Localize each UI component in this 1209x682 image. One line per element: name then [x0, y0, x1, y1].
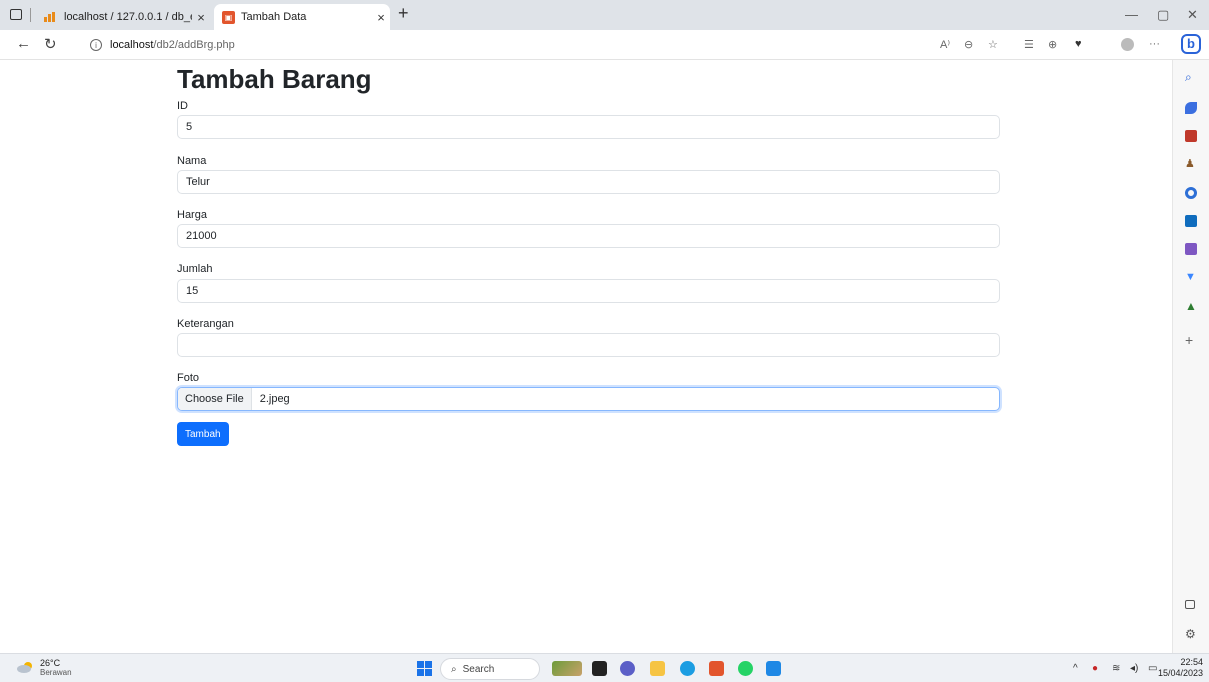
tab-title: localhost / 127.0.0.1 / db_erna / | — [64, 11, 192, 23]
tab-phpmyadmin[interactable]: localhost / 127.0.0.1 / db_erna / | × — [36, 4, 210, 30]
keterangan-input[interactable] — [177, 333, 1000, 357]
address-bar: ← ↻ i localhost/db2/addBrg.php A⁾ ⊖ ☆ ☰ … — [0, 30, 1209, 60]
collections-icon[interactable]: ⊕ — [1048, 38, 1057, 51]
close-icon[interactable]: × — [372, 10, 390, 25]
favorite-star-icon[interactable]: ☆ — [988, 38, 998, 51]
read-aloud-icon[interactable]: A⁾ — [940, 38, 950, 51]
whatsapp-icon[interactable] — [738, 661, 753, 676]
id-input[interactable] — [177, 115, 1000, 139]
file-explorer-icon[interactable] — [650, 661, 665, 676]
outlook-icon[interactable] — [1185, 215, 1197, 227]
foto-file-input[interactable]: Choose File 2.jpeg — [177, 387, 1000, 411]
clock-date[interactable]: 15/04/2023 — [1150, 668, 1203, 678]
photo-widget-icon[interactable] — [552, 661, 582, 676]
cloudy-weather-icon — [17, 662, 32, 673]
label-harga: Harga — [177, 209, 207, 221]
maximize-icon[interactable]: ▢ — [1157, 7, 1169, 23]
vscode-icon[interactable] — [766, 661, 781, 676]
minimize-icon[interactable]: — — [1125, 7, 1138, 22]
close-icon[interactable]: × — [192, 10, 210, 25]
search-icon: ⌕ — [451, 663, 457, 675]
xampp-icon[interactable] — [709, 661, 724, 676]
taskbar-search[interactable]: ⌕ Search — [440, 658, 540, 680]
page-title: Tambah Barang — [177, 64, 372, 94]
nama-input[interactable] — [177, 170, 1000, 194]
refresh-icon[interactable]: ↻ — [44, 35, 57, 53]
workspaces-icon[interactable] — [10, 9, 22, 20]
profile-avatar[interactable] — [1121, 38, 1134, 51]
add-icon[interactable]: + — [1185, 332, 1197, 348]
wifi-icon[interactable]: ≋ — [1112, 663, 1120, 674]
settings-gear-icon[interactable]: ⚙ — [1185, 627, 1197, 641]
shopping-tag-icon[interactable] — [1185, 102, 1197, 114]
zoom-icon[interactable]: ⊖ — [964, 38, 973, 51]
page-content: Tambah Barang ID Nama Harga Jumlah Keter… — [0, 60, 1172, 653]
bird-icon[interactable]: ▼ — [1185, 271, 1197, 283]
volume-icon[interactable]: ◂) — [1130, 663, 1138, 674]
microsoft-365-icon[interactable] — [1185, 187, 1197, 199]
sidebar-toggle-icon[interactable] — [1185, 600, 1195, 609]
new-tab-icon[interactable]: + — [398, 3, 409, 24]
url-field[interactable]: i localhost/db2/addBrg.php — [76, 34, 936, 56]
weather-temp: 26°C — [40, 658, 61, 668]
app-favicon-icon: ▣ — [222, 10, 235, 24]
edge-sidebar: ⌕ ♟ ▼ ▲ + ⚙ — [1172, 60, 1209, 653]
edge-icon[interactable] — [680, 661, 695, 676]
jumlah-input[interactable] — [177, 279, 1000, 303]
label-id: ID — [177, 100, 188, 112]
taskbar: 26°C Berawan ⌕ Search ^ ● ≋ ◂) ▭ 22:54 1… — [0, 653, 1209, 682]
task-view-icon[interactable] — [592, 661, 607, 676]
tab-bar: localhost / 127.0.0.1 / db_erna / | × ▣ … — [0, 0, 1209, 30]
url-path: /db2/addBrg.php — [153, 39, 235, 51]
close-window-icon[interactable]: ✕ — [1187, 7, 1198, 23]
more-menu-icon[interactable]: ··· — [1149, 38, 1160, 50]
tambah-button[interactable]: Tambah — [177, 422, 229, 446]
tab-tambah-data[interactable]: ▣ Tambah Data × — [214, 4, 390, 30]
label-jumlah: Jumlah — [177, 263, 213, 275]
search-label: Search — [462, 663, 495, 675]
chat-icon[interactable] — [620, 661, 635, 676]
tab-separator — [30, 8, 31, 22]
games-icon[interactable]: ♟ — [1185, 157, 1197, 170]
info-icon[interactable]: i — [90, 39, 102, 51]
favorites-list-icon[interactable]: ☰ — [1024, 38, 1034, 51]
windows-start-icon[interactable] — [417, 661, 432, 676]
file-name: 2.jpeg — [259, 393, 290, 405]
label-foto: Foto — [177, 372, 200, 384]
url-host: localhost — [110, 39, 154, 51]
bing-chat-icon[interactable]: b — [1181, 34, 1201, 54]
tools-icon[interactable] — [1185, 130, 1197, 142]
designer-icon[interactable] — [1185, 243, 1197, 255]
harga-input[interactable] — [177, 224, 1000, 248]
choose-file-button[interactable]: Choose File — [178, 388, 252, 410]
back-icon[interactable]: ← — [16, 35, 31, 52]
heart-icon[interactable]: ♥ — [1075, 38, 1082, 50]
clock-time[interactable]: 22:54 — [1168, 657, 1203, 667]
label-keterangan: Keterangan — [177, 318, 234, 330]
chevron-up-icon[interactable]: ^ — [1073, 663, 1078, 674]
label-nama: Nama — [177, 155, 207, 167]
tray-app-icon[interactable]: ● — [1092, 663, 1098, 674]
tab-title: Tambah Data — [241, 11, 307, 23]
weather-desc: Berawan — [40, 668, 72, 677]
phpmyadmin-favicon-icon — [44, 12, 58, 22]
tree-icon[interactable]: ▲ — [1185, 299, 1197, 313]
search-icon[interactable]: ⌕ — [1185, 70, 1197, 84]
